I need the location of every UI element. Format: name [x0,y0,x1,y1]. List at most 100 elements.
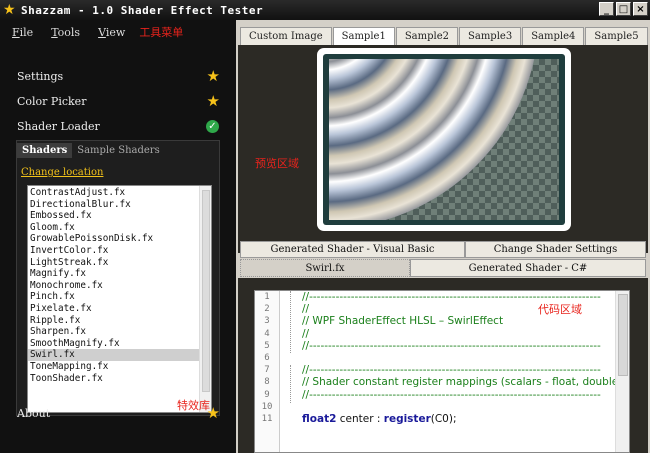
sidebar-item-about[interactable]: About ★ [0,402,236,424]
sidebar-item-label: Settings [17,69,64,83]
star-icon: ★ [206,91,220,110]
list-item[interactable]: Magnify.fx [28,268,200,280]
tab-shaders[interactable]: Shaders [17,143,73,158]
line-number: 5 [264,340,270,351]
scroll-thumb[interactable] [202,190,210,392]
menu-annotation: 工具菜单 [139,26,184,39]
tab-sample2[interactable]: Sample2 [395,27,459,45]
preview-area: 预览区域 [238,45,648,253]
code-keyword: float2 [302,412,337,425]
list-item[interactable]: LightStreak.fx [28,257,200,269]
star-icon: ★ [206,403,220,422]
menu-file[interactable]: File [12,26,33,39]
code-rest: (C0); [430,412,457,425]
line-number: 3 [264,316,270,327]
list-item[interactable]: Pixelate.fx [28,303,200,315]
line-number: 11 [261,413,273,424]
sidebar-item-label: Color Picker [17,94,87,108]
tab-change-settings[interactable]: Change Shader Settings [465,241,646,258]
line-number: 9 [264,389,270,400]
window-controls: _ □ × [599,2,648,16]
scroll-thumb[interactable] [618,294,628,376]
minimize-button[interactable]: _ [599,2,614,16]
line-number: 8 [264,377,270,388]
swirl-rings [329,59,539,220]
star-icon: ★ [206,66,220,85]
code-line: // [302,327,310,340]
list-scrollbar[interactable] [199,186,211,412]
close-button[interactable]: × [633,2,648,16]
line-number: 7 [264,365,270,376]
tab-sample1[interactable]: Sample1 [332,27,395,45]
code-line: //--------------------------------------… [302,364,601,377]
list-item[interactable]: Embossed.fx [28,210,200,222]
code-annotation: 代码区域 [538,303,582,316]
list-item[interactable]: ToonShader.fx [28,373,200,385]
list-item[interactable]: Pinch.fx [28,291,200,303]
generated-tabs-row1: Generated Shader - Visual Basic Change S… [240,241,646,258]
code-area: 1 2 3 4 5 6 7 8 9 10 11 //------------------------… [238,278,648,453]
window-title: Shazzam - 1.0 Shader Effect Tester [21,3,264,17]
loader-tabs: Shaders Sample Shaders [17,141,219,158]
code-line: //--------------------------------------… [302,388,601,401]
list-item[interactable]: Monochrome.fx [28,280,200,292]
list-item[interactable]: DirectionalBlur.fx [28,199,200,211]
list-item[interactable]: InvertColor.fx [28,245,200,257]
preview-frame-inner [323,54,565,225]
shader-list-items: ContrastAdjust.fx DirectionalBlur.fx Embos… [28,187,200,384]
code-line: // WPF ShaderEffect HLSL – SwirlEffect [302,315,504,328]
left-panel: File Tools View 工具菜单 Settings ★ Color Pi… [0,20,236,453]
shader-list[interactable]: ContrastAdjust.fx DirectionalBlur.fx Embos… [27,185,212,413]
code-function: register [383,412,431,425]
tab-swirl-fx[interactable]: Swirl.fx [240,259,410,277]
preview-tabs: Custom Image Sample1 Sample2 Sample3 Sam… [240,25,649,45]
code-line: //--------------------------------------… [302,339,601,352]
swirl-preview-image [329,59,559,220]
line-number: 6 [264,352,270,363]
sidebar-item-color-picker[interactable]: Color Picker ★ [0,90,236,112]
tab-sample5[interactable]: Sample5 [585,27,648,45]
line-number-gutter: 1 2 3 4 5 6 7 8 9 10 11 [255,291,280,452]
sidebar-item-settings[interactable]: Settings ★ [0,65,236,87]
tab-generated-csharp[interactable]: Generated Shader - C# [410,259,646,277]
line-number: 1 [264,292,270,302]
sidebar-item-shader-loader[interactable]: Shader Loader ✓ [0,115,236,137]
star-app-icon: ★ [3,2,16,18]
code-line: float2 center : register(C0); [302,413,622,425]
list-item[interactable]: Ripple.fx [28,315,200,327]
list-item[interactable]: ToneMapping.fx [28,361,200,373]
generated-tabs-row2: Swirl.fx Generated Shader - C# [240,259,646,277]
code-line: // Shader constant register mappings (sc… [302,376,630,389]
tab-sample4[interactable]: Sample4 [522,27,585,45]
menu-view[interactable]: View [98,26,125,39]
change-location-link[interactable]: Change location [21,167,103,178]
list-item[interactable]: Sharpen.fx [28,326,200,338]
list-item[interactable]: Swirl.fx [28,349,200,361]
list-item[interactable]: Gloom.fx [28,222,200,234]
tab-sample-shaders[interactable]: Sample Shaders [72,143,164,158]
right-panel: Custom Image Sample1 Sample2 Sample3 Sam… [236,20,650,453]
preview-annotation: 预览区域 [255,157,299,170]
tab-custom-image[interactable]: Custom Image [240,27,332,45]
menu-tools[interactable]: Tools [51,26,80,39]
maximize-button[interactable]: □ [616,2,631,16]
check-icon: ✓ [206,119,219,133]
menu-bar: File Tools View 工具菜单 [0,20,236,44]
line-number: 10 [261,401,273,412]
list-item[interactable]: SmoothMagnify.fx [28,338,200,350]
shader-loader-panel: Shaders Sample Shaders Change location C… [16,140,220,416]
list-item[interactable]: ContrastAdjust.fx [28,187,200,199]
fold-margin [282,291,300,452]
list-item[interactable]: GrowablePoissonDisk.fx [28,233,200,245]
preview-frame [317,48,571,231]
title-bar: ★ Shazzam - 1.0 Shader Effect Tester _ □… [0,0,650,20]
tab-sample3[interactable]: Sample3 [459,27,522,45]
tab-generated-vb[interactable]: Generated Shader - Visual Basic [240,241,465,258]
line-number: 4 [264,328,270,339]
sidebar-item-label: About [17,406,51,420]
sidebar-item-label: Shader Loader [17,119,100,133]
code-scrollbar[interactable] [615,291,629,452]
line-number: 2 [264,304,270,315]
